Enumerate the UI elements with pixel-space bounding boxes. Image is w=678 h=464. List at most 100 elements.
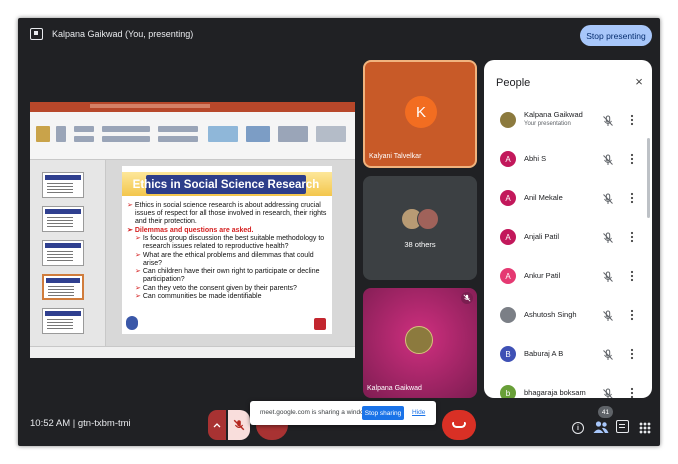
slide-bullet-text: Is focus group discussion the best suita…: [142, 235, 325, 250]
avatar: [500, 112, 516, 128]
powerpoint-statusbar: [30, 346, 355, 358]
stop-sharing-button[interactable]: Stop sharing: [362, 406, 404, 420]
others-avatars: [401, 208, 441, 232]
mic-off-icon[interactable]: [602, 387, 614, 398]
mic-off-icon[interactable]: [602, 192, 614, 204]
powerpoint-titlebar: [30, 102, 355, 112]
slide-bullet-text: Can they veto the consent given by their…: [142, 284, 297, 292]
people-count-badge: 41: [598, 406, 613, 418]
people-icon[interactable]: [593, 420, 609, 434]
participant-name: Anjali Patil: [524, 232, 560, 241]
mic-off-icon[interactable]: [602, 153, 614, 165]
participant-row[interactable]: A Abhi S: [484, 143, 644, 175]
slide-bullet-marker: ➢: [127, 226, 133, 234]
slide-logo-left: [126, 316, 138, 330]
mic-off-icon[interactable]: [602, 114, 614, 126]
avatar: b: [500, 385, 516, 398]
participant-row[interactable]: B Baburaj A B: [484, 338, 644, 370]
more-options-icon[interactable]: [630, 192, 634, 204]
scrollbar[interactable]: [647, 138, 650, 218]
avatar: [417, 208, 439, 230]
avatar: [500, 307, 516, 323]
chevron-up-icon: [213, 423, 221, 428]
slide-bullet-line: ➢ Can communities be made identifiable: [126, 293, 328, 301]
present-to-all-icon: [30, 28, 43, 40]
slide-bullet-line: ➢ Is focus group discussion the best sui…: [126, 235, 328, 251]
participant-name: Kalpana Gaikwad: [524, 110, 583, 119]
participant-row[interactable]: A Anil Mekale: [484, 182, 644, 214]
slide-bullet-marker: ➢: [135, 284, 141, 292]
slide-bullet-text: Dilemmas and questions are asked.: [134, 226, 254, 234]
slide-bullet-marker: ➢: [135, 293, 141, 300]
slide-thumbnail-selected[interactable]: [42, 274, 84, 300]
close-icon[interactable]: ×: [632, 74, 646, 89]
slide-thumbnail[interactable]: [42, 308, 84, 334]
current-slide: Ethics in Social Science Research ➢ Ethi…: [122, 166, 332, 334]
participant-name: Abhi S: [524, 154, 547, 163]
microphone-toggle-button[interactable]: [228, 410, 250, 440]
avatar: A: [500, 229, 516, 245]
more-options-icon[interactable]: [630, 114, 634, 126]
participant-tile-others[interactable]: 38 others: [363, 176, 477, 280]
participant-row[interactable]: A Anjali Patil: [484, 221, 644, 253]
sharing-toast: meet.google.com is sharing a window. Sto…: [250, 401, 436, 425]
slide-bullet-marker: ➢: [135, 235, 141, 242]
participant-name: bhagaraja boksam: [524, 388, 586, 397]
slide-bullet-text: Can children have their own right to par…: [142, 268, 320, 283]
mic-off-icon: [233, 419, 245, 431]
mic-off-icon[interactable]: [602, 270, 614, 282]
slide-logo-right: [314, 318, 326, 330]
more-options-icon[interactable]: [630, 270, 634, 282]
end-call-button[interactable]: [442, 410, 476, 440]
participant-name: Kalpana Gaikwad: [367, 385, 422, 392]
participant-row[interactable]: b bhagaraja boksam: [484, 377, 644, 398]
participant-name: Anil Mekale: [524, 193, 563, 202]
slide-thumbnail[interactable]: [42, 172, 84, 198]
participant-name: Ashutosh Singh: [524, 310, 577, 319]
participant-name: Ankur Patil: [524, 271, 561, 280]
slide-bullet-marker: ➢: [135, 268, 141, 275]
meet-window: Kalpana Gaikwad (You, presenting) Stop p…: [18, 18, 660, 446]
avatar: A: [500, 268, 516, 284]
activities-icon[interactable]: [639, 422, 651, 434]
mic-off-icon[interactable]: [602, 348, 614, 360]
chat-icon[interactable]: [616, 420, 629, 433]
slide-thumbnail[interactable]: [42, 240, 84, 266]
slide-thumbnails: [30, 160, 106, 346]
participant-name: Kalyani Talvelkar: [369, 153, 422, 160]
presenting-label: Kalpana Gaikwad (You, presenting): [52, 29, 194, 39]
more-options-icon[interactable]: [630, 387, 634, 398]
slide-body: ➢ Ethics in social science research is a…: [126, 202, 328, 302]
avatar: [405, 326, 433, 354]
mic-options-button[interactable]: [208, 410, 226, 440]
more-options-icon[interactable]: [630, 348, 634, 360]
mic-off-icon[interactable]: [602, 231, 614, 243]
slide-bullet-line: ➢ Dilemmas and questions are asked.: [126, 227, 328, 235]
more-options-icon[interactable]: [630, 231, 634, 243]
hide-link[interactable]: Hide: [412, 409, 425, 416]
slide-bullet-text: Ethics in social science research is abo…: [134, 202, 327, 225]
mic-off-icon[interactable]: [602, 309, 614, 321]
participant-tile-kalyani[interactable]: K Kalyani Talvelkar: [363, 60, 477, 168]
sharing-message: meet.google.com is sharing a window.: [260, 409, 370, 416]
more-options-icon[interactable]: [630, 153, 634, 165]
participant-row[interactable]: Ashutosh Singh: [484, 299, 644, 331]
slide-bullet-marker: ➢: [127, 202, 133, 209]
people-panel: People × Kalpana Gaikwad Your presentatio…: [484, 60, 652, 398]
mic-off-icon: [461, 292, 473, 304]
participant-row[interactable]: A Ankur Patil: [484, 260, 644, 292]
slide-thumbnail[interactable]: [42, 206, 84, 232]
avatar: K: [405, 96, 437, 128]
powerpoint-menubar: [30, 112, 355, 120]
phone-hangup-icon: [452, 422, 466, 428]
more-options-icon[interactable]: [630, 309, 634, 321]
participant-row[interactable]: Kalpana Gaikwad Your presentation: [484, 104, 644, 136]
stop-presenting-button[interactable]: Stop presenting: [580, 25, 652, 46]
info-icon[interactable]: i: [572, 422, 584, 434]
top-bar: Kalpana Gaikwad (You, presenting) Stop p…: [18, 18, 660, 52]
slide-bullet-text: Can communities be made identifiable: [142, 293, 262, 300]
meeting-time-code: 10:52 AM | gtn-txbm-tmi: [30, 418, 131, 429]
slide-bullet-marker: ➢: [135, 251, 141, 259]
participant-tile-kalpana[interactable]: Kalpana Gaikwad: [363, 288, 477, 398]
powerpoint-ribbon: [30, 120, 355, 160]
